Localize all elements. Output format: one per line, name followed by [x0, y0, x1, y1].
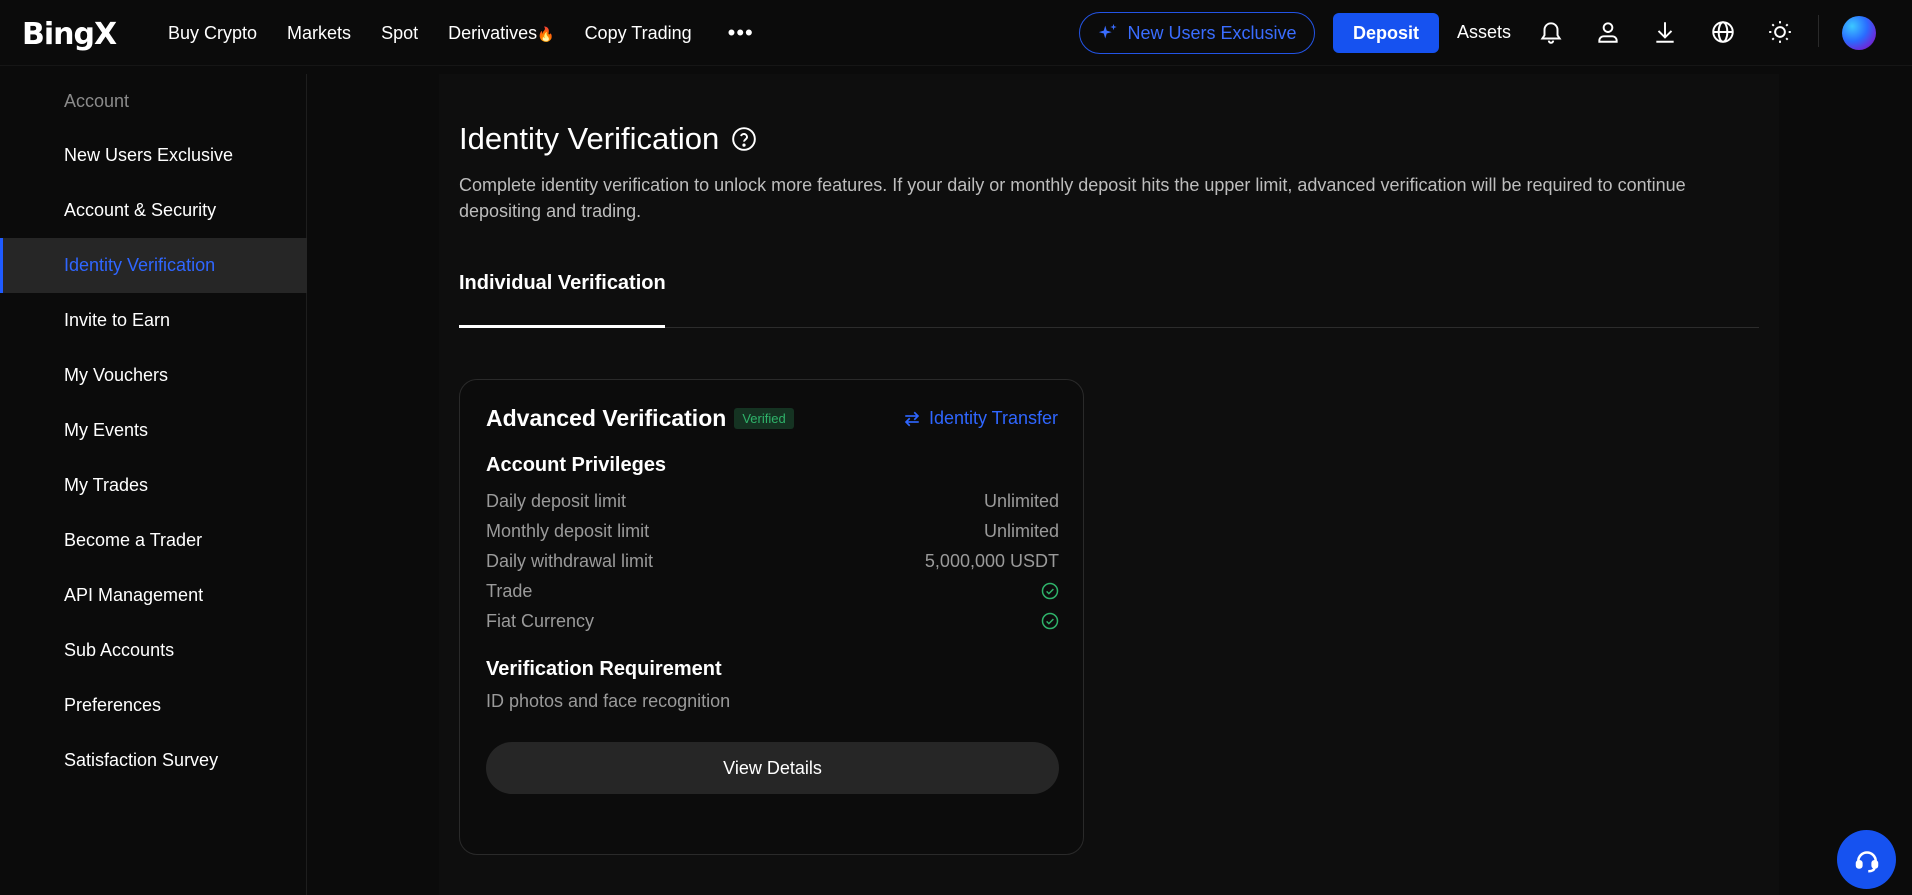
sidebar-item-invite-to-earn[interactable]: Invite to Earn	[0, 293, 307, 348]
privilege-label: Daily withdrawal limit	[486, 550, 654, 571]
advanced-verification-card: Advanced Verification Verified Identity …	[459, 379, 1084, 855]
sidebar-item-identity-verification[interactable]: Identity Verification	[0, 238, 307, 293]
active-tab-indicator	[459, 325, 665, 328]
privilege-label: Fiat Currency	[486, 610, 595, 631]
main-nav: Buy Crypto Markets Spot Derivatives🔥 Cop…	[168, 0, 754, 66]
nav-markets[interactable]: Markets	[287, 23, 351, 44]
card-title: Advanced Verification Verified	[486, 405, 794, 432]
swap-icon	[904, 411, 920, 426]
requirement-title: Verification Requirement	[486, 658, 722, 680]
privilege-row: Fiat Currency	[486, 606, 1059, 636]
help-icon[interactable]	[731, 126, 757, 152]
bingx-logo[interactable]: BingX	[22, 17, 117, 52]
sidebar-item-new-users-exclusive[interactable]: New Users Exclusive	[0, 128, 307, 183]
avatar[interactable]	[1842, 16, 1876, 50]
check-circle-icon	[1041, 582, 1059, 600]
page-title: Identity Verification	[459, 121, 757, 157]
privileges-title: Account Privileges	[486, 454, 667, 476]
page-title-text: Identity Verification	[459, 121, 720, 156]
privilege-value: Unlimited	[983, 490, 1059, 511]
sidebar-item-preferences[interactable]: Preferences	[0, 678, 307, 733]
page-description: Complete identity verification to unlock…	[459, 175, 1686, 221]
sun-icon[interactable]	[1765, 17, 1795, 47]
nav-buy-crypto[interactable]: Buy Crypto	[168, 23, 257, 44]
nav-derivatives-label: Derivatives	[448, 22, 538, 43]
check-circle-icon	[1041, 612, 1059, 630]
privilege-label: Trade	[486, 580, 533, 601]
headset-icon	[1855, 850, 1878, 872]
identity-transfer-link[interactable]: Identity Transfer	[903, 408, 1058, 429]
nav-divider	[1818, 15, 1819, 47]
sidebar-item-sub-accounts[interactable]: Sub Accounts	[0, 623, 307, 678]
requirement-text: ID photos and face recognition	[486, 691, 731, 711]
more-menu-icon[interactable]: •••	[728, 22, 754, 44]
nav-copy-trading[interactable]: Copy Trading	[585, 23, 692, 44]
nav-spot[interactable]: Spot	[381, 23, 418, 44]
nav-derivatives[interactable]: Derivatives🔥	[448, 23, 554, 44]
view-details-button[interactable]: View Details	[486, 742, 1059, 794]
identity-transfer-label: Identity Transfer	[928, 408, 1058, 428]
account-sidebar: Account New Users Exclusive Account & Se…	[0, 74, 307, 895]
privilege-value: 5,000,000 USDT	[924, 550, 1059, 571]
top-navbar: BingX Buy Crypto Markets Spot Derivative…	[0, 0, 1912, 66]
deposit-button[interactable]: Deposit	[1333, 13, 1439, 53]
privilege-row: Trade	[486, 576, 1059, 606]
user-icon[interactable]	[1593, 17, 1623, 47]
sidebar-item-satisfaction-survey[interactable]: Satisfaction Survey	[0, 733, 307, 788]
download-icon[interactable]	[1650, 17, 1680, 47]
new-users-exclusive-button[interactable]: New Users Exclusive	[1079, 12, 1315, 54]
sidebar-item-my-vouchers[interactable]: My Vouchers	[0, 348, 307, 403]
support-chat-button[interactable]	[1837, 830, 1896, 889]
privilege-label: Daily deposit limit	[486, 490, 627, 511]
globe-icon[interactable]	[1708, 17, 1738, 47]
bell-icon[interactable]	[1536, 17, 1566, 47]
verified-badge: Verified	[734, 408, 794, 429]
assets-link[interactable]: Assets	[1457, 22, 1511, 43]
privilege-row: Monthly deposit limit Unlimited	[486, 516, 1059, 546]
new-users-exclusive-label: New Users Exclusive	[1127, 22, 1297, 43]
privilege-row: Daily deposit limit Unlimited	[486, 486, 1059, 516]
tab-individual-verification[interactable]: Individual Verification	[459, 272, 666, 295]
sidebar-item-become-a-trader[interactable]: Become a Trader	[0, 513, 307, 568]
privilege-value: Unlimited	[983, 520, 1059, 541]
privilege-label: Monthly deposit limit	[486, 520, 650, 541]
fire-icon: 🔥	[537, 25, 555, 42]
privilege-row: Daily withdrawal limit 5,000,000 USDT	[486, 546, 1059, 576]
sidebar-item-my-trades[interactable]: My Trades	[0, 458, 307, 513]
sidebar-item-api-management[interactable]: API Management	[0, 568, 307, 623]
sidebar-item-account-security[interactable]: Account & Security	[0, 183, 307, 238]
card-title-text: Advanced Verification	[486, 405, 727, 431]
sparkle-icon	[1099, 23, 1118, 39]
sidebar-item-my-events[interactable]: My Events	[0, 403, 307, 458]
sidebar-heading: Account	[64, 91, 130, 111]
